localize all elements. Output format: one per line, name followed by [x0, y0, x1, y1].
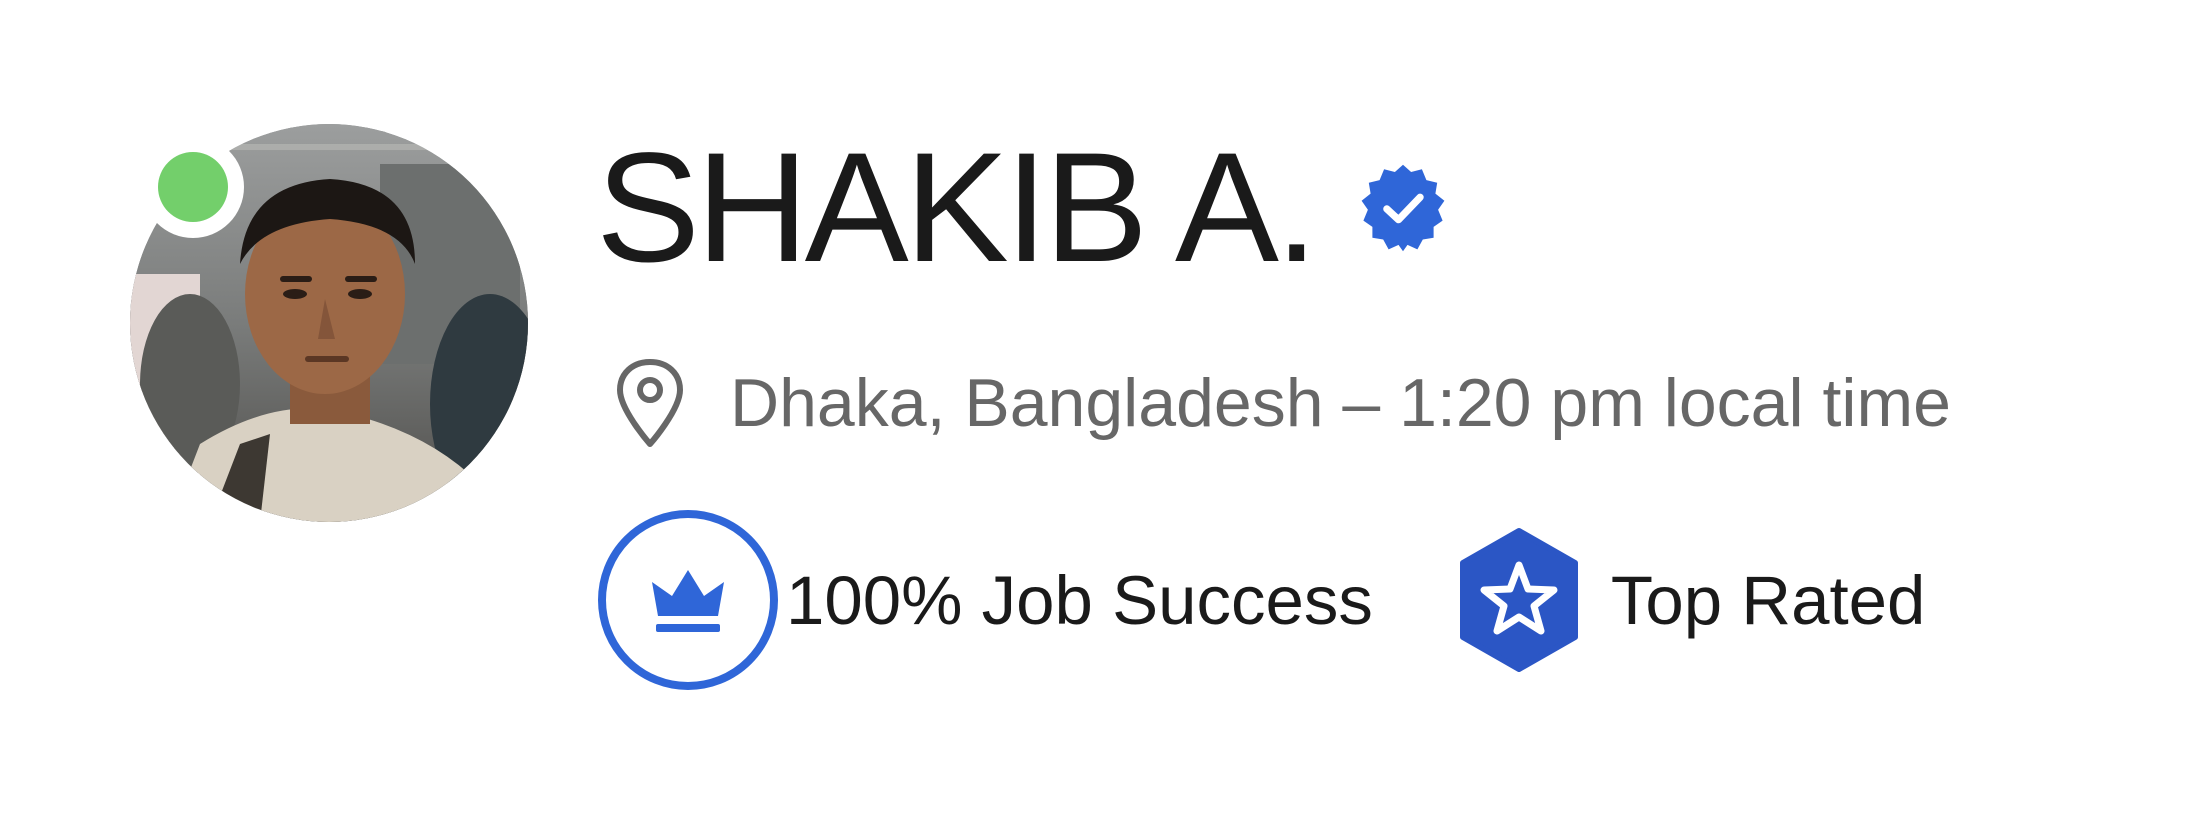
job-success-label: 100% Job Success	[786, 561, 1373, 639]
location-row: Dhaka, Bangladesh – 1:20 pm local time	[612, 358, 1951, 448]
top-rated-badge-icon[interactable]	[1455, 527, 1583, 673]
job-success-badge-icon[interactable]	[596, 508, 780, 692]
location-text: Dhaka, Bangladesh – 1:20 pm local time	[730, 365, 1951, 441]
avatar-container[interactable]	[130, 124, 528, 522]
online-status-dot	[158, 152, 228, 222]
online-status-indicator	[142, 136, 244, 238]
map-pin-icon	[617, 359, 683, 447]
profile-header: SHAKIB A.	[596, 130, 1448, 286]
verified-badge-icon[interactable]	[1358, 163, 1448, 253]
badges-row: 100% Job Success Top Rated	[596, 508, 1925, 692]
top-rated-label: Top Rated	[1610, 561, 1926, 639]
profile-name: SHAKIB A.	[596, 121, 1318, 295]
